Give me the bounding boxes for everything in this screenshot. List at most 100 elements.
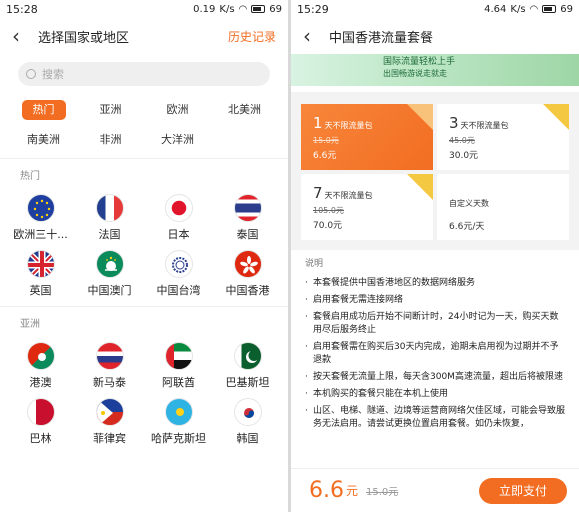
eu-flag-icon bbox=[26, 194, 55, 222]
thailand-flag-icon bbox=[233, 194, 262, 222]
custom-days-price: 6.6元/天 bbox=[449, 222, 485, 232]
country-name: 欧洲三十... bbox=[13, 228, 68, 241]
speed-unit: K/s bbox=[219, 3, 235, 15]
country-name: 法国 bbox=[98, 228, 121, 241]
plan-price: 70.0元 bbox=[313, 221, 343, 231]
checkout-bar: 6.6 元 15.0元 立即支付 bbox=[291, 468, 579, 512]
sg-my-th-flag-icon bbox=[95, 342, 124, 370]
country-item[interactable]: 港澳 bbox=[6, 342, 75, 390]
pay-now-button[interactable]: 立即支付 bbox=[479, 477, 567, 504]
hot-country-grid: 欧洲三十... 法国 日本 泰国 英国 中国澳门 中国台湾 中国香港 bbox=[0, 188, 288, 306]
macau-flag-icon bbox=[95, 250, 124, 278]
uk-flag-icon bbox=[26, 250, 55, 278]
battery-level: 69 bbox=[269, 3, 282, 15]
uae-flag-icon bbox=[164, 342, 193, 370]
country-item[interactable]: 欧洲三十... bbox=[6, 194, 75, 242]
region-tab-hot[interactable]: 热门 bbox=[21, 100, 66, 120]
country-item[interactable]: 巴基斯坦 bbox=[213, 342, 282, 390]
country-name: 英国 bbox=[29, 284, 52, 297]
region-tab-oceania[interactable]: 大洋洲 bbox=[144, 130, 211, 150]
battery-icon bbox=[251, 5, 266, 13]
region-tab-asia[interactable]: 亚洲 bbox=[77, 100, 144, 120]
plan-days: 1 bbox=[313, 114, 323, 132]
korea-flag-icon bbox=[233, 398, 262, 426]
country-item[interactable]: 哈萨克斯坦 bbox=[144, 398, 213, 446]
country-name: 港澳 bbox=[29, 376, 52, 389]
package-detail-screen: 15:29 4.64 K/s ◠ 69 ‹ 中国香港流量套餐 国际流量轻松上手 … bbox=[291, 0, 579, 512]
country-item[interactable]: 巴林 bbox=[6, 398, 75, 446]
country-name: 中国香港 bbox=[225, 284, 270, 297]
note-item: 启用套餐无需连接网络 bbox=[305, 294, 565, 307]
country-name: 泰国 bbox=[236, 228, 259, 241]
country-item[interactable]: 法国 bbox=[75, 194, 144, 242]
plan-days: 7 bbox=[313, 184, 323, 202]
country-item[interactable]: 中国澳门 bbox=[75, 250, 144, 298]
hongkong-flag-icon bbox=[233, 250, 262, 278]
country-item[interactable]: 阿联酋 bbox=[144, 342, 213, 390]
country-name: 日本 bbox=[167, 228, 190, 241]
plan-old-price: 105.0元 bbox=[313, 206, 344, 215]
country-item[interactable]: 新马泰 bbox=[75, 342, 144, 390]
country-item[interactable]: 韩国 bbox=[213, 398, 282, 446]
japan-flag-icon bbox=[164, 194, 193, 222]
country-item[interactable]: 中国香港 bbox=[213, 250, 282, 298]
country-name: 菲律宾 bbox=[93, 432, 126, 445]
plan-section: 1 天不限流量包 15.0元 6.6元 3 天不限流量包 45.0元 30.0元 7… bbox=[291, 92, 579, 250]
plan-corner-badge bbox=[543, 104, 569, 130]
promo-banner[interactable]: 国际流量轻松上手 出国畅游说走就走 bbox=[291, 54, 579, 86]
plan-card-custom[interactable]: 自定义天数 6.6元/天 bbox=[437, 174, 569, 240]
search-icon bbox=[26, 69, 36, 79]
custom-days-label: 自定义天数 bbox=[449, 199, 489, 208]
battery-icon bbox=[542, 5, 557, 13]
price-unit: 元 bbox=[346, 484, 359, 498]
note-item: 启用套餐需在购买后30天内完成，逾期未启用视为过期并不予退款 bbox=[305, 341, 565, 367]
taiwan-flag-icon bbox=[164, 250, 193, 278]
region-tab-africa[interactable]: 非洲 bbox=[77, 130, 144, 150]
plan-card-1day[interactable]: 1 天不限流量包 15.0元 6.6元 bbox=[301, 104, 433, 170]
plan-days: 3 bbox=[449, 114, 459, 132]
network-speed: 4.64 bbox=[484, 3, 507, 15]
status-bar: 15:29 4.64 K/s ◠ 69 bbox=[291, 0, 579, 18]
status-bar: 15:28 0.19 K/s ◠ 69 bbox=[0, 0, 288, 18]
section-label-hot: 热门 bbox=[0, 158, 288, 188]
region-tabs: 热门 亚洲 欧洲 北美洲 南美洲 非洲 大洋洲 bbox=[0, 94, 288, 158]
country-item[interactable]: 日本 bbox=[144, 194, 213, 242]
speed-unit: K/s bbox=[510, 3, 526, 15]
country-item[interactable]: 泰国 bbox=[213, 194, 282, 242]
asia-country-grid: 港澳 新马泰 阿联酋 巴基斯坦 巴林 菲律宾 哈萨克斯坦 韩国 bbox=[0, 336, 288, 454]
country-item[interactable]: 菲律宾 bbox=[75, 398, 144, 446]
kazakhstan-flag-icon bbox=[164, 398, 193, 426]
wifi-icon: ◠ bbox=[529, 3, 539, 15]
back-arrow-icon[interactable]: ‹ bbox=[12, 24, 38, 48]
country-name: 中国台湾 bbox=[156, 284, 201, 297]
region-tab-europe[interactable]: 欧洲 bbox=[144, 100, 211, 120]
back-arrow-icon[interactable]: ‹ bbox=[303, 24, 329, 48]
status-time: 15:29 bbox=[297, 2, 329, 16]
plan-card-7day[interactable]: 7 天不限流量包 105.0元 70.0元 bbox=[301, 174, 433, 240]
country-name: 阿联酋 bbox=[162, 376, 195, 389]
country-item[interactable]: 英国 bbox=[6, 250, 75, 298]
notes-title: 说明 bbox=[305, 259, 324, 269]
note-item: 本套餐提供中国香港地区的数据网络服务 bbox=[305, 277, 565, 290]
network-speed: 0.19 bbox=[193, 3, 216, 15]
banner-line2: 出国畅游说走就走 bbox=[383, 69, 447, 78]
search-input[interactable]: 搜索 bbox=[18, 62, 270, 86]
philippines-flag-icon bbox=[95, 398, 124, 426]
original-price: 15.0元 bbox=[366, 487, 399, 498]
note-item: 按天套餐无流量上限，每天含300M高速流量，超出后将被限速 bbox=[305, 371, 565, 384]
region-tab-north-america[interactable]: 北美洲 bbox=[211, 100, 278, 120]
plan-price: 6.6元 bbox=[313, 151, 337, 161]
banner-line1: 国际流量轻松上手 bbox=[383, 57, 456, 67]
region-tab-south-america[interactable]: 南美洲 bbox=[10, 130, 77, 150]
france-flag-icon bbox=[95, 194, 124, 222]
history-link[interactable]: 历史记录 bbox=[228, 28, 276, 45]
page-title: 选择国家或地区 bbox=[38, 30, 130, 46]
country-item[interactable]: 中国台湾 bbox=[144, 250, 213, 298]
bahrain-flag-icon bbox=[26, 398, 55, 426]
plan-corner-badge bbox=[407, 104, 433, 130]
note-item: 山区、电梯、隧道、边境等运营商网络欠佳区域，可能会导致服务无法启用。请尝试更换位… bbox=[305, 405, 565, 431]
plan-card-3day[interactable]: 3 天不限流量包 45.0元 30.0元 bbox=[437, 104, 569, 170]
search-placeholder: 搜索 bbox=[42, 68, 64, 81]
country-name: 巴基斯坦 bbox=[225, 376, 270, 389]
plan-corner-badge bbox=[407, 174, 433, 200]
